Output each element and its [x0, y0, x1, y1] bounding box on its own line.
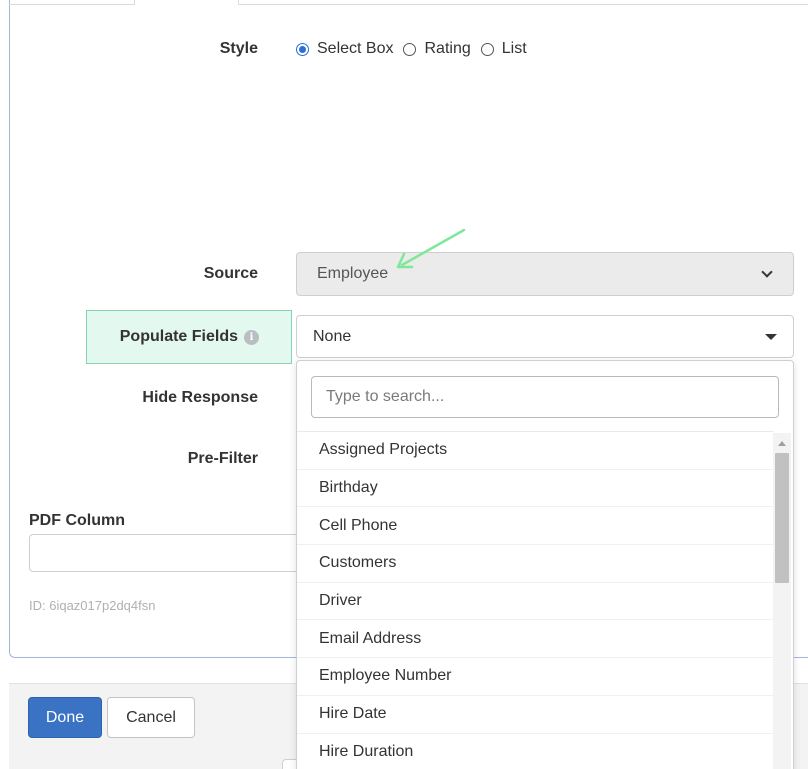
dropdown-option[interactable]: Cell Phone: [297, 506, 773, 544]
annotation-arrow-icon: [396, 228, 466, 269]
source-label: Source: [203, 265, 258, 282]
populate-fields-dropdown: Assigned Projects Birthday Cell Phone Cu…: [296, 360, 794, 769]
tab-strip: [0, 0, 808, 6]
scroll-up-arrow-icon[interactable]: [778, 441, 786, 446]
dropdown-option[interactable]: Employee Number: [297, 657, 773, 695]
dropdown-option[interactable]: Email Address: [297, 619, 773, 657]
style-radio-group: Select Box Rating List: [296, 40, 537, 58]
radio-list-label: List: [501, 40, 527, 57]
pdf-column-label: PDF Column: [29, 512, 125, 529]
caret-down-icon: [765, 333, 777, 340]
populate-fields-label: Populate Fields: [119, 328, 238, 345]
pdf-column-input[interactable]: [29, 534, 309, 572]
dropdown-option-list: Assigned Projects Birthday Cell Phone Cu…: [297, 431, 773, 769]
populate-fields-select[interactable]: None: [296, 315, 794, 358]
hide-response-label: Hide Response: [142, 389, 258, 406]
pre-filter-label: Pre-Filter: [187, 450, 258, 467]
radio-checked-icon[interactable]: [296, 42, 309, 56]
radio-list[interactable]: List: [480, 40, 527, 58]
radio-rating[interactable]: Rating: [403, 40, 471, 58]
tab-bottom-border: [238, 4, 808, 5]
source-select[interactable]: Employee: [296, 252, 794, 296]
dropdown-option[interactable]: Hire Duration: [297, 732, 773, 769]
dropdown-scrollbar[interactable]: [773, 433, 791, 769]
radio-select-box-label: Select Box: [317, 40, 394, 57]
source-select-value: Employee: [317, 265, 389, 282]
dropdown-option[interactable]: Customers: [297, 544, 773, 582]
tab-bottom-border: [9, 4, 134, 5]
radio-unchecked-icon[interactable]: [403, 42, 417, 56]
dropdown-option[interactable]: Birthday: [297, 468, 773, 507]
info-icon[interactable]: i: [244, 329, 259, 345]
dropdown-option[interactable]: Hire Date: [297, 694, 773, 733]
dropdown-option[interactable]: Driver: [297, 581, 773, 620]
radio-rating-label: Rating: [424, 40, 471, 57]
populate-fields-label-box: Populate Fields i: [86, 310, 292, 364]
done-button[interactable]: Done: [28, 697, 102, 738]
active-tab-left-edge: [134, 0, 135, 5]
style-label: Style: [219, 40, 258, 57]
populate-fields-select-value: None: [313, 327, 352, 345]
radio-unchecked-icon[interactable]: [480, 42, 494, 56]
dropdown-search-input[interactable]: [311, 376, 779, 418]
chevron-down-icon: [761, 265, 773, 278]
field-id-text: ID: 6iqaz017p2dq4fsn: [29, 598, 156, 613]
radio-select-box[interactable]: Select Box: [296, 40, 393, 58]
cancel-button[interactable]: Cancel: [107, 697, 195, 738]
scrollbar-thumb[interactable]: [775, 453, 789, 583]
dropdown-option[interactable]: Assigned Projects: [297, 431, 773, 469]
